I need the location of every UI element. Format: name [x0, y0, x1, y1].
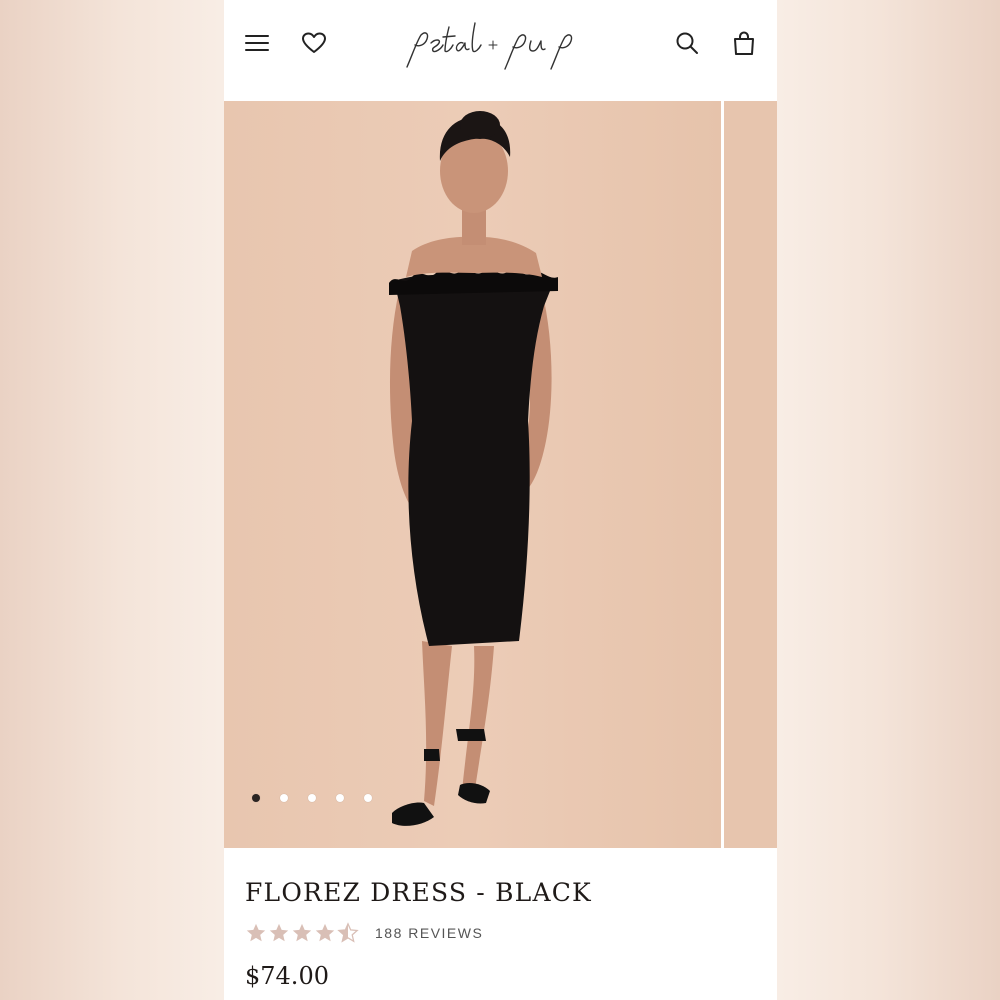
product-title: FLOREZ DRESS - BLACK — [245, 878, 592, 907]
reviews-count-link[interactable]: 188 REVIEWS — [375, 925, 483, 941]
site-header — [224, 0, 777, 101]
heart-icon[interactable] — [299, 28, 329, 58]
next-product-image-peek[interactable] — [724, 101, 777, 848]
shopping-bag-icon[interactable] — [729, 28, 759, 58]
product-price: $74.00 — [245, 962, 329, 990]
star-full-icon — [269, 923, 289, 942]
product-image-slide[interactable] — [224, 101, 721, 848]
star-full-icon — [292, 923, 312, 942]
star-full-icon — [315, 923, 335, 942]
carousel-dot-5[interactable] — [364, 794, 372, 802]
carousel-dot-1[interactable] — [252, 794, 260, 802]
brand-logo[interactable] — [364, 16, 637, 76]
carousel-dot-3[interactable] — [308, 794, 316, 802]
carousel-dot-2[interactable] — [280, 794, 288, 802]
model-in-black-dress-image — [224, 101, 721, 848]
search-icon[interactable] — [672, 28, 702, 58]
star-full-icon — [246, 923, 266, 942]
hamburger-menu-icon[interactable] — [242, 28, 272, 58]
rating-stars — [245, 922, 359, 944]
carousel-pagination — [252, 794, 372, 802]
petal-pup-script-logo — [405, 22, 572, 70]
star-half-icon — [337, 922, 359, 943]
product-image-gallery[interactable] — [224, 101, 777, 848]
product-rating[interactable]: 188 REVIEWS — [245, 922, 483, 944]
mobile-page: FLOREZ DRESS - BLACK 188 REVIEWS $74.00 — [224, 0, 777, 1000]
carousel-dot-4[interactable] — [336, 794, 344, 802]
